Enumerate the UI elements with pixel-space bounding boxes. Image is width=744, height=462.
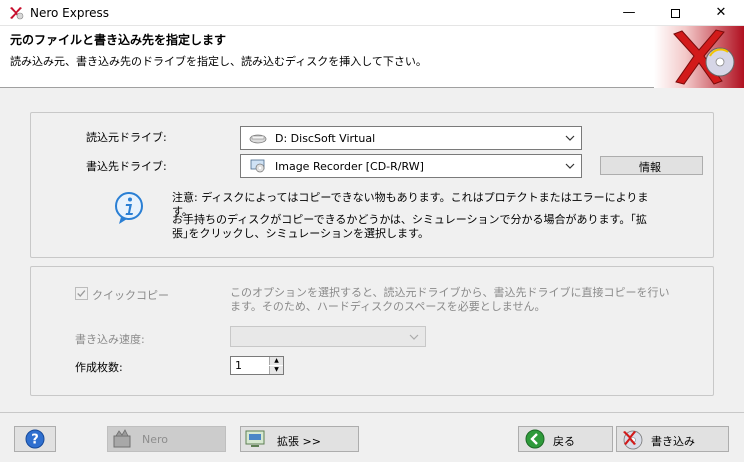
quick-copy-description: このオプションを選択すると、読込元ドライブから、書込先ドライブに直接コピーを行い…	[230, 286, 670, 313]
copies-stepper[interactable]: 1 ▲ ▼	[230, 356, 284, 375]
copies-label: 作成枚数:	[75, 361, 123, 374]
spin-down-icon[interactable]: ▼	[269, 366, 283, 374]
close-icon: ✕	[715, 5, 727, 20]
wizard-header: 元のファイルと書き込み先を指定します 読み込み元、書き込み先のドライブを指定し、…	[0, 26, 744, 88]
maximize-button[interactable]	[652, 0, 698, 26]
nero-logo-icon	[654, 26, 744, 88]
burn-button[interactable]: 書き込み	[616, 426, 729, 452]
checkmark-icon	[77, 290, 86, 298]
quick-copy-checkbox[interactable]	[75, 287, 88, 300]
page-subtitle: 読み込み元、書き込み先のドライブを指定し、読み込むディスクを挿入して下さい。	[10, 55, 427, 68]
source-drive-value: D: DiscSoft Virtual	[275, 132, 376, 145]
footer-separator	[0, 412, 744, 413]
nero-app-icon	[10, 7, 24, 20]
page-title: 元のファイルと書き込み先を指定します	[10, 33, 227, 47]
back-button[interactable]: 戻る	[518, 426, 613, 452]
target-drive-select[interactable]: Image Recorder [CD-R/RW]	[240, 154, 582, 178]
source-drive-label: 読込元ドライブ:	[86, 131, 167, 144]
nero-burn-icon	[113, 429, 131, 448]
expand-button[interactable]: 拡張 >>	[240, 426, 359, 452]
chevron-down-icon	[565, 163, 575, 169]
burn-disc-icon	[623, 430, 643, 450]
chevron-down-icon	[565, 135, 575, 141]
svg-text:?: ?	[31, 433, 39, 448]
copies-value: 1	[235, 359, 242, 372]
drive-info-button[interactable]: 情報	[600, 156, 703, 175]
quick-copy-label: クイックコピー	[92, 289, 169, 302]
minimize-icon: —	[622, 5, 636, 20]
close-button[interactable]: ✕	[698, 0, 744, 26]
help-button[interactable]: ?	[14, 426, 56, 452]
target-drive-label: 書込先ドライブ:	[86, 160, 167, 173]
image-recorder-icon	[250, 159, 265, 173]
drive-icon	[249, 134, 267, 144]
nero-button[interactable]: Nero	[107, 426, 226, 452]
target-drive-value: Image Recorder [CD-R/RW]	[275, 160, 424, 173]
title-bar: Nero Express — ✕	[0, 0, 744, 26]
source-drive-select[interactable]: D: DiscSoft Virtual	[240, 126, 582, 150]
chevron-down-icon	[409, 334, 419, 340]
write-speed-select[interactable]	[230, 326, 426, 347]
simulation-note: お手持ちのディスクがコピーできるかどうかは、シミュレーションで分かる場合がありま…	[172, 213, 647, 240]
spin-up-icon[interactable]: ▲	[269, 357, 283, 365]
info-icon	[115, 192, 143, 224]
expand-icon	[245, 430, 265, 447]
minimize-button[interactable]: —	[606, 0, 652, 26]
write-speed-label: 書き込み速度:	[75, 333, 145, 346]
help-icon: ?	[25, 429, 45, 449]
maximize-icon	[670, 9, 680, 18]
window-title: Nero Express	[30, 6, 110, 20]
back-arrow-icon	[525, 429, 545, 449]
